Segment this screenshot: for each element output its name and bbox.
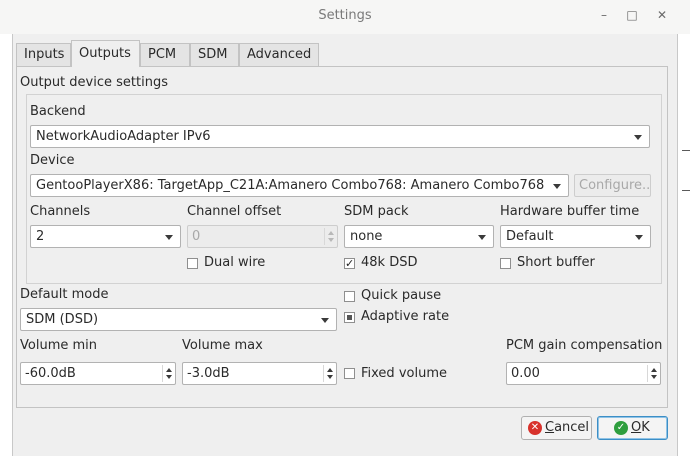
spin-down-icon[interactable] xyxy=(166,375,172,379)
spin-separator xyxy=(162,365,163,382)
fixed-volume-label: Fixed volume xyxy=(361,366,447,381)
spin-down-icon[interactable] xyxy=(651,375,657,379)
ok-label-accel: O xyxy=(631,420,642,435)
chevron-down-icon xyxy=(165,235,173,240)
volume-min-value: -60.0dB xyxy=(25,366,76,381)
volume-min-spinbox[interactable]: -60.0dB xyxy=(20,362,176,385)
chevron-down-icon xyxy=(634,135,642,140)
channels-label: Channels xyxy=(30,204,91,219)
dual-wire-checkbox[interactable] xyxy=(187,258,198,269)
spin-up-icon[interactable] xyxy=(651,368,657,372)
hw-buffer-dropdown[interactable]: Default xyxy=(500,225,651,248)
check-icon: ✓ xyxy=(345,257,355,270)
ok-button[interactable]: ✓ OK xyxy=(597,416,668,440)
fixed-volume-checkbox[interactable] xyxy=(344,368,355,379)
channels-dropdown[interactable]: 2 xyxy=(30,225,181,248)
quick-pause-label: Quick pause xyxy=(361,288,442,303)
background-window-edge xyxy=(682,150,690,151)
maximize-icon[interactable]: □ xyxy=(624,7,640,23)
channel-offset-label: Channel offset xyxy=(187,204,282,219)
spin-up-icon[interactable] xyxy=(328,231,334,235)
device-value: GentooPlayerX86: TargetApp_C21A:Amanero … xyxy=(36,178,545,193)
default-mode-dropdown[interactable]: SDM (DSD) xyxy=(20,308,337,331)
chevron-down-icon xyxy=(635,235,643,240)
backend-label: Backend xyxy=(30,104,86,119)
default-mode-label: Default mode xyxy=(20,287,109,302)
channel-offset-spinbox[interactable]: 0 xyxy=(187,225,338,248)
sdm-pack-dropdown[interactable]: none xyxy=(344,225,494,248)
backend-dropdown[interactable]: NetworkAudioAdapter IPv6 xyxy=(30,125,650,148)
cancel-icon: ✕ xyxy=(528,421,542,435)
cancel-button[interactable]: ✕ Cancel xyxy=(521,416,592,440)
minimize-icon[interactable]: – xyxy=(596,7,612,23)
configure-label: Configure... xyxy=(579,178,651,193)
spin-up-icon[interactable] xyxy=(166,368,172,372)
adaptive-rate-checkbox[interactable] xyxy=(344,312,355,323)
chevron-down-icon xyxy=(553,184,561,189)
volume-min-label: Volume min xyxy=(20,338,97,353)
volume-max-value: -3.0dB xyxy=(187,366,230,381)
tab-inputs[interactable]: Inputs xyxy=(16,43,71,66)
backend-value: NetworkAudioAdapter IPv6 xyxy=(36,129,211,144)
channel-offset-value: 0 xyxy=(192,229,201,244)
dsd48k-label: 48k DSD xyxy=(361,255,418,270)
chevron-down-icon xyxy=(478,235,486,240)
device-dropdown[interactable]: GentooPlayerX86: TargetApp_C21A:Amanero … xyxy=(30,174,569,197)
pcm-gain-spinbox[interactable]: 0.00 xyxy=(506,362,661,385)
quick-pause-checkbox[interactable] xyxy=(344,291,355,302)
channels-value: 2 xyxy=(36,229,45,244)
spin-down-icon[interactable] xyxy=(328,238,334,242)
dual-wire-label: Dual wire xyxy=(204,255,266,270)
tab-outputs[interactable]: Outputs xyxy=(71,40,140,67)
tab-pcm[interactable]: PCM xyxy=(140,43,190,66)
pcm-gain-value: 0.00 xyxy=(511,366,540,381)
window-title: Settings xyxy=(318,8,372,23)
background-window-edge xyxy=(682,190,690,191)
check-icon: ✓ xyxy=(614,421,628,435)
close-icon[interactable]: ✕ xyxy=(654,7,670,23)
default-mode-value: SDM (DSD) xyxy=(26,312,99,327)
spin-separator xyxy=(647,365,648,382)
tab-advanced[interactable]: Advanced xyxy=(239,43,319,66)
hw-buffer-label: Hardware buffer time xyxy=(500,204,640,219)
volume-max-spinbox[interactable]: -3.0dB xyxy=(182,362,337,385)
spin-up-icon[interactable] xyxy=(327,368,333,372)
spin-down-icon[interactable] xyxy=(327,375,333,379)
device-label: Device xyxy=(30,153,75,168)
ok-label: K xyxy=(641,420,650,435)
adaptive-rate-label: Adaptive rate xyxy=(361,309,450,324)
dsd48k-checkbox[interactable]: ✓ xyxy=(344,258,355,269)
pcm-gain-label: PCM gain compensation xyxy=(506,338,663,353)
spin-separator xyxy=(324,228,325,245)
short-buffer-checkbox[interactable] xyxy=(500,258,511,269)
output-device-group-title: Output device settings xyxy=(20,75,168,90)
tab-sdm[interactable]: SDM xyxy=(190,43,239,66)
volume-max-label: Volume max xyxy=(182,338,263,353)
sdm-pack-label: SDM pack xyxy=(344,204,409,219)
sdm-pack-value: none xyxy=(350,229,383,244)
spin-separator xyxy=(323,365,324,382)
cancel-label-accel: C xyxy=(545,420,555,435)
configure-button[interactable]: Configure... xyxy=(574,174,651,197)
chevron-down-icon xyxy=(321,318,329,323)
cancel-label: ancel xyxy=(554,420,590,435)
short-buffer-label: Short buffer xyxy=(517,255,595,270)
hw-buffer-value: Default xyxy=(506,229,554,244)
